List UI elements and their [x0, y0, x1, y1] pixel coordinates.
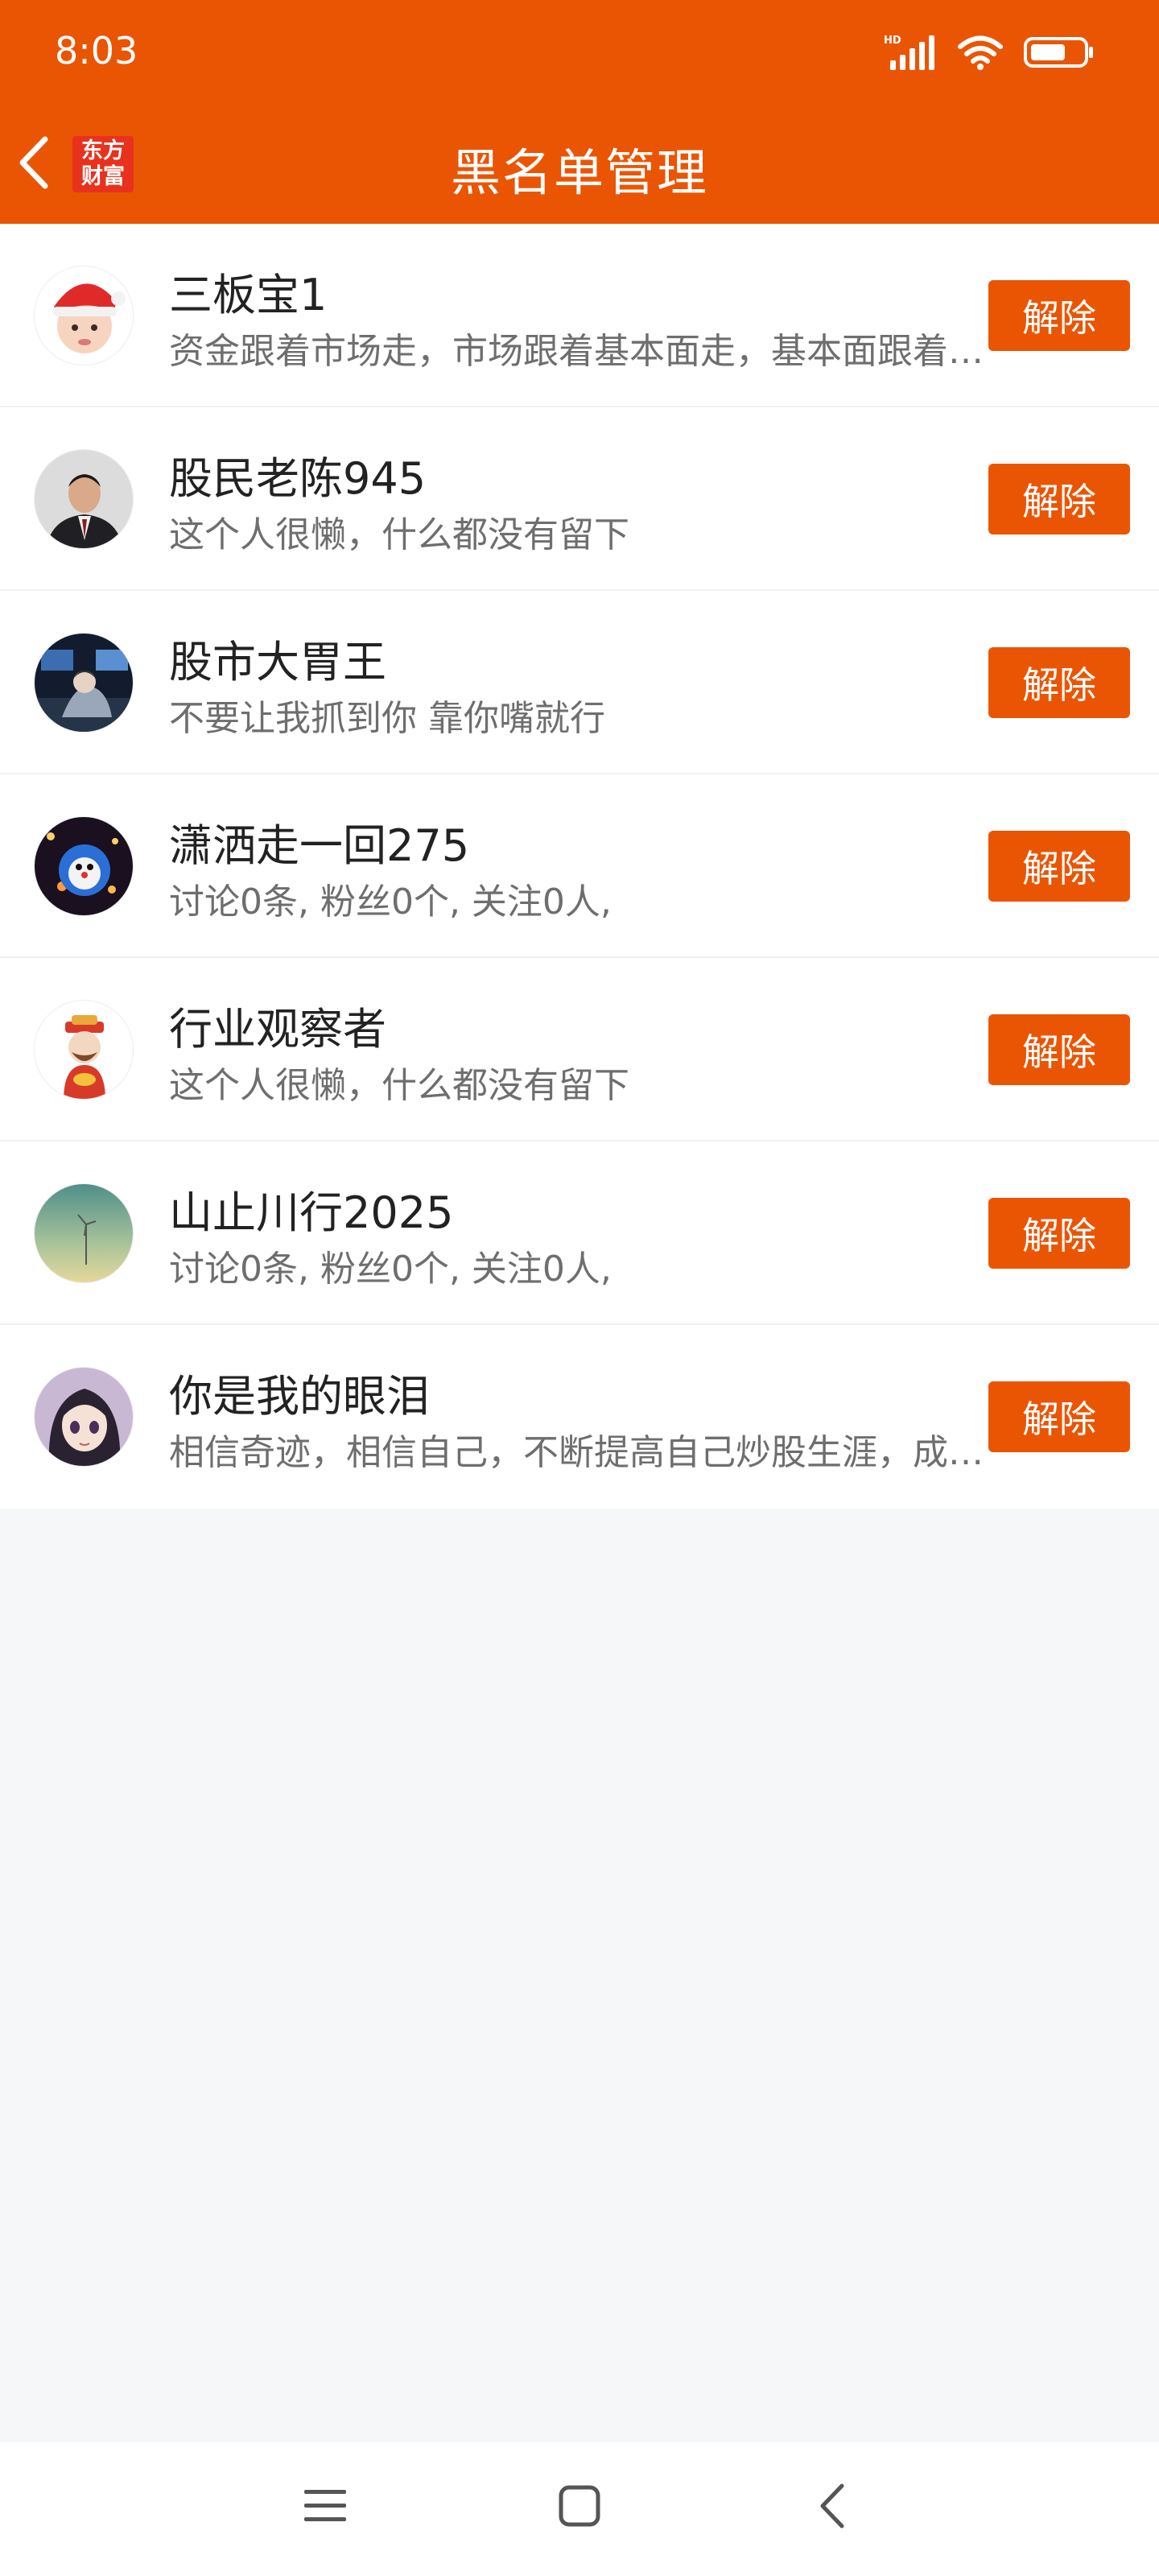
landscape-windmill-avatar [35, 1184, 133, 1282]
unblock-button[interactable]: 解除 [988, 1014, 1130, 1085]
home-button[interactable] [547, 2479, 612, 2536]
list-item: 股市大胃王 不要让我抓到你 靠你嘴就行 解除 [0, 591, 1159, 774]
avatar[interactable] [34, 449, 134, 549]
space-scene-avatar [35, 817, 133, 915]
system-nav-bar [0, 2442, 1159, 2576]
battery-icon [1024, 36, 1095, 72]
user-bio: 讨论0条, 粉丝0个, 关注0人, [169, 1249, 612, 1290]
man-in-suit-avatar [35, 450, 133, 548]
page-title: 黑名单管理 [450, 143, 708, 202]
user-name: 山止川行2025 [169, 1187, 454, 1238]
avatar[interactable] [34, 266, 134, 365]
home-icon [558, 2484, 601, 2531]
avatar[interactable] [34, 633, 134, 733]
user-name: 股民老陈945 [169, 453, 427, 504]
nav-bar: 东方 财富 黑名单管理 [0, 105, 1159, 224]
avatar[interactable] [34, 1183, 134, 1283]
avatar[interactable] [34, 1367, 134, 1467]
blacklist: 三板宝1 资金跟着市场走，市场跟着基本面走，基本面跟着政策走 解除 股民老陈94… [0, 224, 1159, 1509]
fortune-god-avatar [35, 1001, 133, 1099]
user-name: 股市大胃王 [169, 637, 386, 687]
unblock-button[interactable]: 解除 [988, 1381, 1130, 1452]
unblock-button[interactable]: 解除 [988, 280, 1130, 351]
list-item: 潇洒走一回275 讨论0条, 粉丝0个, 关注0人, 解除 [0, 774, 1159, 958]
avatar[interactable] [34, 1000, 134, 1100]
list-item: 山止川行2025 讨论0条, 粉丝0个, 关注0人, 解除 [0, 1141, 1159, 1325]
menu-icon [303, 2487, 348, 2529]
user-bio: 这个人很懒，什么都没有留下 [169, 1065, 629, 1106]
user-name: 三板宝1 [169, 270, 328, 320]
unblock-button[interactable]: 解除 [988, 831, 1130, 902]
hd-signal-icon: HD [884, 33, 937, 75]
person-at-computer-avatar [35, 634, 133, 732]
user-bio: 讨论0条, 粉丝0个, 关注0人, [169, 881, 612, 923]
unblock-button[interactable]: 解除 [988, 464, 1130, 535]
user-bio: 资金跟着市场走，市场跟着基本面走，基本面跟着政策走 [169, 331, 984, 372]
unblock-button[interactable]: 解除 [988, 1198, 1130, 1269]
user-name: 潇洒走一回275 [169, 820, 470, 871]
system-back-button[interactable] [800, 2479, 864, 2536]
avatar[interactable] [34, 816, 134, 916]
list-item: 行业观察者 这个人很懒，什么都没有留下 解除 [0, 958, 1159, 1141]
santa-baby-avatar [35, 266, 133, 365]
list-item: 股民老陈945 这个人很懒，什么都没有留下 解除 [0, 407, 1159, 591]
list-item: 三板宝1 资金跟着市场走，市场跟着基本面走，基本面跟着政策走 解除 [0, 224, 1159, 407]
unblock-button[interactable]: 解除 [988, 647, 1130, 718]
status-bar: 8:03 HD [0, 0, 1159, 105]
anime-girl-avatar [35, 1368, 133, 1466]
svg-text:HD: HD [884, 35, 901, 47]
user-bio: 相信奇迹，相信自己，不断提高自己炒股生涯，成就梦想 [169, 1432, 984, 1473]
menu-button[interactable] [293, 2479, 357, 2536]
app-header: 8:03 HD 东方 财富 黑名单管理 [0, 0, 1159, 224]
wifi-icon [958, 35, 1003, 73]
back-icon [816, 2483, 848, 2533]
status-time: 8:03 [55, 29, 138, 72]
user-bio: 这个人很懒，什么都没有留下 [169, 514, 629, 555]
user-name: 你是我的眼泪 [169, 1371, 430, 1422]
user-name: 行业观察者 [169, 1004, 386, 1055]
list-item: 你是我的眼泪 相信奇迹，相信自己，不断提高自己炒股生涯，成就梦想 解除 [0, 1325, 1159, 1509]
status-icons: HD [884, 32, 1095, 76]
user-bio: 不要让我抓到你 靠你嘴就行 [169, 698, 605, 739]
